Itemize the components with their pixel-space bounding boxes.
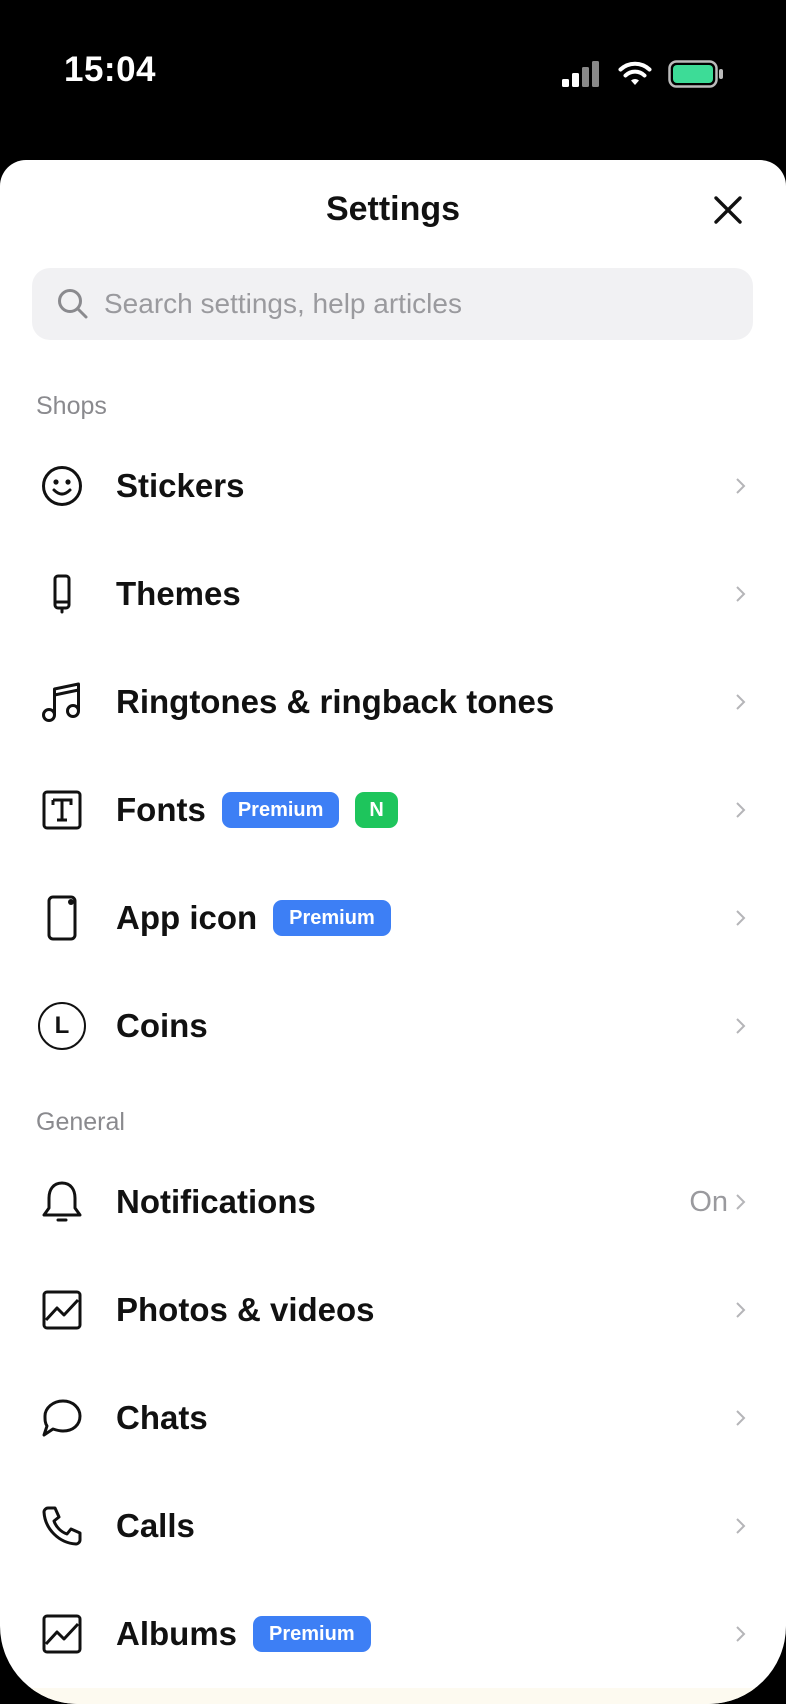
row-notifications[interactable]: Notifications On	[0, 1148, 786, 1256]
music-note-icon	[36, 676, 88, 728]
row-label: Ringtones & ringback tones	[116, 683, 555, 720]
search-icon	[58, 289, 88, 319]
row-stickers[interactable]: Stickers	[0, 432, 786, 540]
row-label: Chats	[116, 1399, 208, 1436]
chevron-right-icon	[736, 1410, 746, 1426]
search-bar[interactable]	[32, 268, 753, 340]
section-label-shops: Shops	[36, 392, 107, 420]
chevron-right-icon	[736, 1302, 746, 1318]
wifi-icon	[618, 61, 652, 85]
notifications-value: On	[689, 1185, 728, 1218]
chevron-right-icon	[736, 1194, 746, 1210]
chevron-right-icon	[736, 478, 746, 494]
section-label-general: General	[36, 1108, 125, 1136]
row-label: Photos & videos	[116, 1291, 375, 1328]
row-chats[interactable]: Chats	[0, 1364, 786, 1472]
chat-bubble-icon	[36, 1392, 88, 1444]
bell-icon	[36, 1176, 88, 1228]
status-time: 15:04	[64, 50, 157, 89]
premium-badge: Premium	[253, 1616, 371, 1652]
premium-badge: Premium	[273, 900, 391, 936]
premium-badge: Premium	[221, 792, 340, 828]
app-icon-icon	[36, 892, 88, 944]
status-bar: 15:04	[0, 0, 786, 150]
row-photos-videos[interactable]: Photos & videos	[0, 1256, 786, 1364]
row-app-icon[interactable]: App icon Premium	[0, 864, 786, 972]
signal-icon	[562, 61, 599, 87]
page-title: Settings	[325, 190, 461, 228]
chevron-right-icon	[736, 802, 746, 818]
chevron-right-icon	[736, 1518, 746, 1534]
chevron-right-icon	[736, 586, 746, 602]
row-label: Stickers	[116, 467, 245, 504]
smiley-icon	[36, 460, 88, 512]
row-fonts[interactable]: Fonts Premium N	[0, 756, 786, 864]
row-label: App icon Premium	[116, 899, 391, 937]
phone-frame: 15:04 Settings Search settings, help art…	[0, 0, 786, 1704]
chevron-right-icon	[736, 910, 746, 926]
search-input[interactable]	[102, 287, 726, 321]
coin-letter: L	[38, 1002, 86, 1050]
new-badge: N	[355, 792, 398, 828]
phone-icon	[36, 1500, 88, 1552]
row-label: Themes	[116, 575, 241, 612]
battery-icon	[668, 60, 723, 88]
row-label: Calls	[116, 1507, 195, 1544]
row-albums[interactable]: Albums Premium	[0, 1580, 786, 1688]
sheet-header: Settings	[0, 160, 786, 270]
row-ringtones[interactable]: Ringtones & ringback tones	[0, 648, 786, 756]
coin-icon: L	[36, 1000, 88, 1052]
status-icons	[562, 54, 724, 94]
chevron-right-icon	[736, 1626, 746, 1642]
row-label: Notifications	[116, 1183, 316, 1220]
settings-sheet: Settings Shops	[0, 160, 786, 1704]
chevron-right-icon	[736, 694, 746, 710]
chevron-right-icon	[736, 1018, 746, 1034]
row-themes[interactable]: Themes	[0, 540, 786, 648]
photo-icon	[36, 1284, 88, 1336]
font-t-icon	[36, 784, 88, 836]
phone-brush-icon	[36, 568, 88, 620]
row-calls[interactable]: Calls	[0, 1472, 786, 1580]
row-label: Fonts Premium N	[116, 791, 398, 829]
row-label: Coins	[116, 1007, 208, 1044]
bottom-banner-edge	[0, 1688, 786, 1704]
album-icon	[36, 1608, 88, 1660]
row-coins[interactable]: L Coins	[0, 972, 786, 1080]
close-button[interactable]	[708, 190, 748, 230]
row-label: Albums Premium	[116, 1615, 371, 1653]
